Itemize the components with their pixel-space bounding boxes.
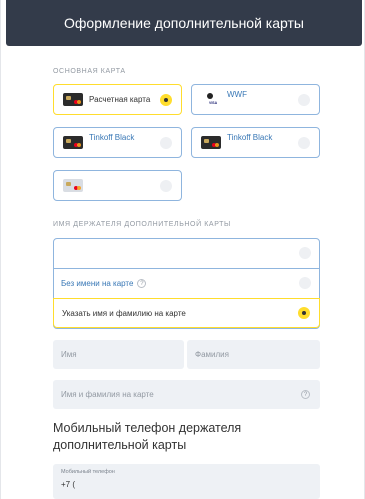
radio-icon[interactable] [160, 137, 172, 149]
radio-icon[interactable] [298, 94, 310, 106]
card-option-label: Tinkoff Black [89, 133, 135, 142]
card-option-tinkoff-black-1[interactable]: Tinkoff Black [53, 127, 182, 158]
radio-icon[interactable] [299, 277, 311, 289]
mobile-phone-value: +7 ( [61, 480, 76, 489]
card-option-label: WWF [227, 90, 247, 99]
page-title: Оформление дополнительной карты [64, 15, 304, 31]
holder-option-label: Без имени на карте [61, 279, 134, 288]
holder-option-empty[interactable] [53, 239, 320, 268]
radio-selected-icon[interactable] [298, 307, 310, 319]
mobile-phone-label: Мобильный телефон [61, 469, 115, 475]
last-name-placeholder: Фамилия [195, 350, 229, 359]
holder-option-no-name[interactable]: Без имени на карте ? [53, 269, 320, 298]
card-thumbnail-icon [63, 93, 83, 106]
card-option-raschetnaya[interactable]: Расчетная карта [53, 84, 182, 115]
page: Оформление дополнительной карты ОСНОВНАЯ… [0, 0, 365, 499]
main-card-label: ОСНОВНАЯ КАРТА [53, 68, 126, 75]
card-option-platinum[interactable] [53, 170, 182, 201]
card-thumbnail-icon [201, 136, 221, 149]
page-header: Оформление дополнительной карты [6, 0, 362, 46]
card-thumbnail-icon [63, 136, 83, 149]
platinum-card-thumbnail-icon [63, 179, 83, 192]
card-option-label: Расчетная карта [89, 95, 151, 104]
card-option-tinkoff-black-2[interactable]: Tinkoff Black [191, 127, 320, 158]
first-name-placeholder: Имя [61, 350, 77, 359]
card-option-wwf[interactable]: VISA WWF [191, 84, 320, 115]
first-name-input[interactable]: Имя [53, 340, 184, 369]
wwf-card-thumbnail-icon: VISA [201, 93, 221, 106]
last-name-input[interactable]: Фамилия [187, 340, 320, 369]
card-option-label: Tinkoff Black [227, 133, 273, 142]
help-icon[interactable]: ? [137, 279, 147, 288]
name-on-card-input[interactable]: Имя и фамилия на карте ? [53, 380, 320, 409]
holder-name-label: ИМЯ ДЕРЖАТЕЛЯ ДОПОЛНИТЕЛЬНОЙ КАРТЫ [53, 221, 231, 228]
name-on-card-placeholder: Имя и фамилия на карте [61, 390, 154, 399]
help-icon[interactable]: ? [301, 390, 310, 399]
radio-icon[interactable] [160, 180, 172, 192]
radio-selected-icon[interactable] [160, 94, 172, 106]
radio-icon[interactable] [299, 247, 311, 259]
mobile-phone-input[interactable]: Мобильный телефон +7 ( [53, 464, 320, 499]
radio-icon[interactable] [298, 137, 310, 149]
holder-option-label: Указать имя и фамилию на карте [62, 308, 186, 318]
phone-section-title: Мобильный телефон держателя дополнительн… [53, 421, 242, 452]
holder-option-specify-name[interactable]: Указать имя и фамилию на карте [53, 298, 320, 328]
